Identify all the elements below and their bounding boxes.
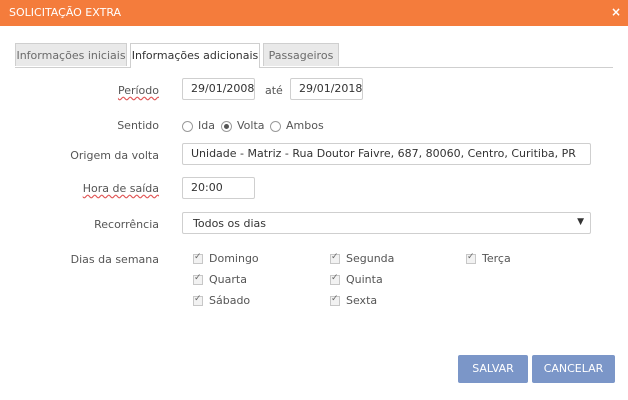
checkbox-quarta-label: Quarta (209, 273, 247, 286)
checkbox-quinta[interactable] (330, 273, 340, 285)
recorrencia-select[interactable]: Todos os dias ▼ (182, 212, 591, 234)
checkbox-segunda-label: Segunda (346, 252, 395, 265)
tab-informacoes-iniciais[interactable]: Informações iniciais (15, 43, 127, 66)
dias-label: Dias da semana (70, 253, 159, 266)
checkbox-terca-label: Terça (482, 252, 511, 265)
tab-passageiros[interactable]: Passageiros (263, 43, 339, 66)
close-icon[interactable]: × (611, 5, 621, 19)
dialog-title: SOLICITAÇÃO EXTRA (9, 6, 122, 19)
periodo-end-input[interactable]: 29/01/2018 (290, 78, 363, 100)
origem-label: Origem da volta (70, 149, 159, 162)
radio-ida-label: Ida (198, 119, 215, 132)
periodo-label: Período (117, 84, 159, 97)
radio-volta[interactable] (221, 121, 232, 132)
radio-volta-label: Volta (237, 119, 265, 132)
recorrencia-label: Recorrência (94, 218, 159, 231)
origem-input[interactable]: Unidade - Matriz - Rua Doutor Faivre, 68… (182, 143, 591, 165)
periodo-start-input[interactable]: 29/01/2008 (182, 78, 255, 100)
radio-ida[interactable] (182, 121, 193, 132)
save-button[interactable]: SALVAR (458, 355, 528, 383)
checkbox-terca[interactable] (466, 252, 476, 264)
checkbox-sabado-label: Sábado (209, 294, 251, 307)
cancel-button[interactable]: CANCELAR (532, 355, 615, 383)
hora-input[interactable]: 20:00 (182, 177, 255, 199)
chevron-down-icon: ▼ (577, 217, 584, 227)
checkbox-quinta-label: Quinta (346, 273, 383, 286)
radio-ambos-label: Ambos (286, 119, 324, 132)
checkbox-sexta[interactable] (330, 294, 340, 306)
recorrencia-value: Todos os dias (193, 217, 266, 230)
tab-bar: Informações iniciais Informações adicion… (15, 43, 613, 68)
checkbox-quarta[interactable] (193, 273, 203, 285)
periodo-separator: até (265, 84, 283, 97)
checkbox-sabado[interactable] (193, 294, 203, 306)
checkbox-domingo-label: Domingo (209, 252, 259, 265)
hora-label: Hora de saída (82, 182, 159, 195)
radio-ambos[interactable] (270, 121, 281, 132)
checkbox-sexta-label: Sexta (346, 294, 378, 307)
sentido-label: Sentido (117, 119, 159, 132)
checkbox-domingo[interactable] (193, 252, 203, 264)
checkbox-segunda[interactable] (330, 252, 340, 264)
tab-informacoes-adicionais[interactable]: Informações adicionais (130, 43, 260, 68)
dialog-header: SOLICITAÇÃO EXTRA × (0, 0, 628, 26)
